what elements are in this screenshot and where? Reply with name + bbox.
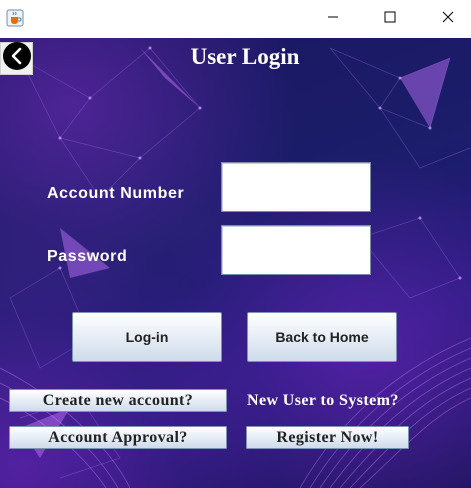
back-to-home-button[interactable]: Back to Home xyxy=(247,312,397,362)
window-titlebar xyxy=(0,0,471,38)
maximize-button[interactable] xyxy=(367,0,413,38)
minimize-button[interactable] xyxy=(310,0,356,38)
create-account-button[interactable]: Create new account? xyxy=(9,389,227,412)
login-panel: User Login Account Number Password Log-i… xyxy=(0,38,471,488)
java-coffee-cup-icon xyxy=(6,9,24,27)
maximize-icon xyxy=(384,10,396,28)
account-approval-button[interactable]: Account Approval? xyxy=(9,426,227,449)
account-number-label: Account Number xyxy=(47,185,185,202)
login-button[interactable]: Log-in xyxy=(72,312,222,362)
chevron-left-icon xyxy=(2,41,32,76)
back-button[interactable] xyxy=(0,42,33,75)
password-label: Password xyxy=(47,248,128,265)
close-icon xyxy=(442,10,454,28)
page-title: User Login xyxy=(190,44,300,69)
account-number-input[interactable] xyxy=(221,162,371,212)
close-button[interactable] xyxy=(425,0,471,38)
password-input[interactable] xyxy=(221,225,371,275)
new-user-label: New User to System? xyxy=(247,392,399,409)
minimize-icon xyxy=(327,10,339,28)
register-now-button[interactable]: Register Now! xyxy=(246,426,409,449)
